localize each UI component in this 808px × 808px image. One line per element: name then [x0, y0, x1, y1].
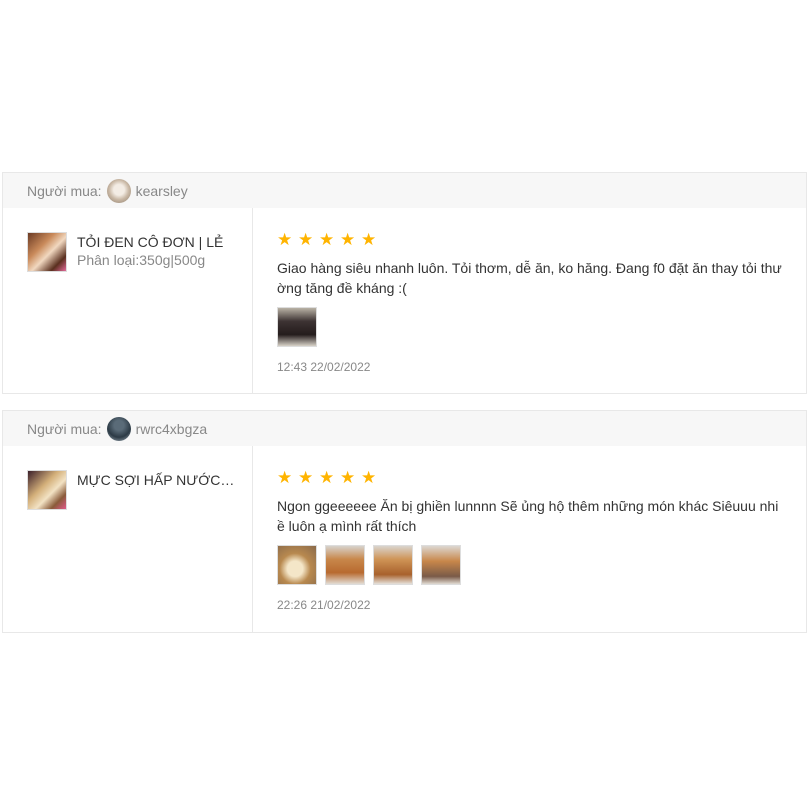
- avatar[interactable]: [106, 178, 131, 203]
- review-photos: [277, 545, 806, 585]
- review-photo[interactable]: [277, 307, 317, 347]
- review-card: Người mua: rwrc4xbgza MỰC SỢI HẤP NƯỚC D…: [2, 410, 807, 633]
- star-icon: ★: [298, 468, 314, 487]
- star-icon: ★: [319, 230, 335, 249]
- star-icon: ★: [340, 468, 356, 487]
- product-thumbnail[interactable]: [27, 232, 67, 272]
- review-text: Giao hàng siêu nhanh luôn. Tỏi thơm, dễ …: [277, 260, 782, 296]
- review-photo[interactable]: [373, 545, 413, 585]
- buyer-label: Người mua:: [27, 420, 102, 437]
- review-content: ★ ★ ★ ★ ★ Ngon ggeeeeee Ăn bị ghiền lunn…: [253, 446, 806, 632]
- review-photo[interactable]: [325, 545, 365, 585]
- review-card: Người mua: kearsley TỎI ĐEN CÔ ĐƠN | LẺ …: [2, 172, 807, 394]
- review-header: Người mua: kearsley: [3, 173, 806, 208]
- star-icon: ★: [361, 468, 377, 487]
- product-info[interactable]: MỰC SỢI HẤP NƯỚC DỪA: [3, 446, 253, 632]
- star-icon: ★: [319, 468, 335, 487]
- review-header: Người mua: rwrc4xbgza: [3, 411, 806, 446]
- product-info[interactable]: TỎI ĐEN CÔ ĐƠN | LẺ Phân loại:350g|500g: [3, 208, 253, 393]
- buyer-name[interactable]: kearsley: [136, 183, 188, 199]
- avatar[interactable]: [106, 416, 131, 441]
- product-variant: Phân loại:350g|500g: [77, 252, 206, 268]
- review-timestamp: 22:26 21/02/2022: [277, 598, 371, 612]
- review-content: ★ ★ ★ ★ ★ Giao hàng siêu nhanh luôn. Tỏi…: [253, 208, 806, 393]
- product-name[interactable]: MỰC SỢI HẤP NƯỚC DỪA: [77, 471, 237, 489]
- star-icon: ★: [340, 230, 356, 249]
- product-name[interactable]: TỎI ĐEN CÔ ĐƠN | LẺ: [77, 233, 237, 251]
- star-icon: ★: [277, 230, 293, 249]
- buyer-name[interactable]: rwrc4xbgza: [136, 421, 208, 437]
- star-rating: ★ ★ ★ ★ ★: [277, 230, 806, 250]
- star-rating: ★ ★ ★ ★ ★: [277, 468, 806, 488]
- review-text: Ngon ggeeeeee Ăn bị ghiền lunnnn Sẽ ủng …: [277, 498, 779, 534]
- star-icon: ★: [277, 468, 293, 487]
- review-photo[interactable]: [277, 545, 317, 585]
- buyer-label: Người mua:: [27, 182, 102, 199]
- review-timestamp: 12:43 22/02/2022: [277, 360, 371, 374]
- star-icon: ★: [298, 230, 314, 249]
- review-photo[interactable]: [421, 545, 461, 585]
- product-thumbnail[interactable]: [27, 470, 67, 510]
- star-icon: ★: [361, 230, 377, 249]
- review-photos: [277, 307, 806, 347]
